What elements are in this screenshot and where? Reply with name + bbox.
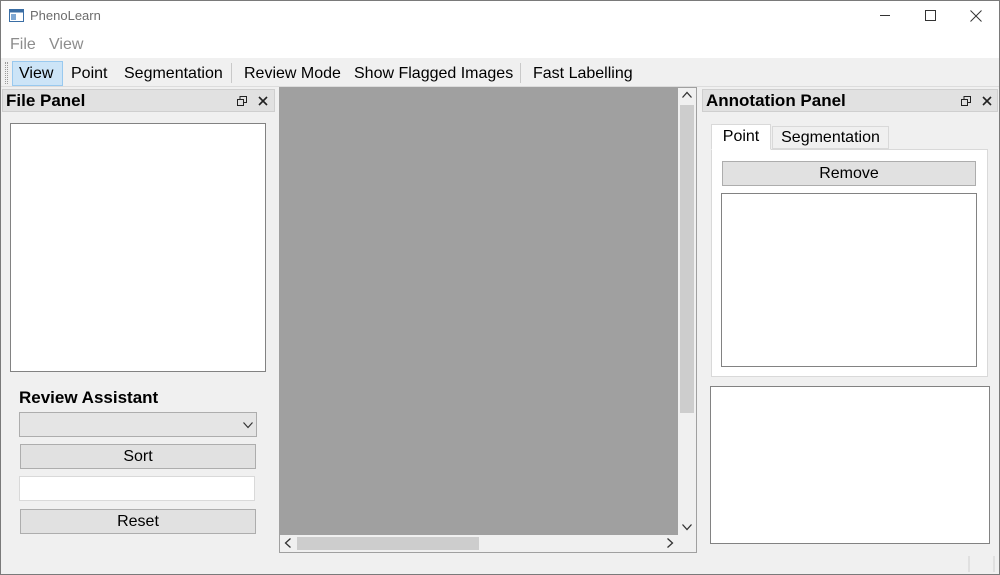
- remove-button[interactable]: Remove: [722, 161, 976, 186]
- close-button[interactable]: [953, 0, 999, 31]
- review-assistant-combo[interactable]: [19, 412, 257, 437]
- app-window-icon: [9, 9, 24, 22]
- scroll-right-button[interactable]: [666, 538, 674, 551]
- close-icon: [982, 96, 992, 106]
- horizontal-scroll-thumb[interactable]: [297, 537, 479, 550]
- toolbar-grip[interactable]: [5, 62, 8, 84]
- chevron-left-icon: [284, 538, 291, 548]
- tab-segmentation[interactable]: Segmentation: [772, 126, 889, 149]
- maximize-button[interactable]: [907, 0, 953, 31]
- float-button[interactable]: [960, 95, 972, 107]
- image-canvas[interactable]: [280, 88, 678, 535]
- toolbar-show-flagged-button[interactable]: Show Flagged Images: [347, 61, 520, 86]
- vertical-scroll-thumb[interactable]: [680, 105, 694, 413]
- file-panel-title: File Panel: [6, 91, 86, 110]
- minimize-icon: [879, 15, 890, 16]
- toolbar-segmentation-button[interactable]: Segmentation: [117, 61, 230, 86]
- tab-point[interactable]: Point: [711, 124, 771, 150]
- title-bar: [0, 0, 1000, 32]
- float-button[interactable]: [236, 95, 248, 107]
- toolbar-separator: [520, 63, 521, 83]
- chevron-right-icon: [667, 538, 674, 548]
- chevron-down-icon: [682, 524, 692, 531]
- file-list[interactable]: [10, 123, 266, 372]
- menu-bar: [0, 32, 1000, 58]
- chevron-up-icon: [682, 91, 692, 98]
- size-grip-icon[interactable]: [966, 556, 996, 572]
- annotation-panel-close-button[interactable]: [981, 95, 993, 107]
- chevron-down-icon: [243, 422, 253, 429]
- review-assistant-heading: Review Assistant: [19, 388, 159, 407]
- float-icon: [237, 96, 247, 106]
- menu-file[interactable]: File: [10, 36, 36, 54]
- toolbar-fast-labelling-button[interactable]: Fast Labelling: [526, 61, 640, 86]
- file-panel-close-button[interactable]: [257, 95, 269, 107]
- toolbar-separator: [231, 63, 232, 83]
- toolbar-review-mode-button[interactable]: Review Mode: [237, 61, 348, 86]
- scroll-left-button[interactable]: [284, 538, 292, 551]
- window-title: PhenoLearn: [30, 8, 101, 23]
- reset-button[interactable]: Reset: [20, 509, 256, 534]
- scroll-down-button[interactable]: [682, 522, 692, 534]
- point-list[interactable]: [721, 193, 977, 367]
- close-icon: [258, 96, 268, 106]
- annotation-detail-list[interactable]: [710, 386, 990, 544]
- sort-button[interactable]: Sort: [20, 444, 256, 469]
- annotation-panel-title: Annotation Panel: [706, 91, 846, 110]
- float-icon: [961, 96, 971, 106]
- toolbar-view-button[interactable]: View: [12, 61, 63, 86]
- scroll-up-button[interactable]: [682, 90, 692, 102]
- close-icon: [970, 9, 982, 22]
- maximize-icon: [924, 10, 936, 21]
- menu-view[interactable]: View: [49, 36, 83, 54]
- toolbar-point-button[interactable]: Point: [64, 61, 114, 86]
- review-assistant-input[interactable]: [19, 476, 255, 501]
- minimize-button[interactable]: [862, 0, 908, 31]
